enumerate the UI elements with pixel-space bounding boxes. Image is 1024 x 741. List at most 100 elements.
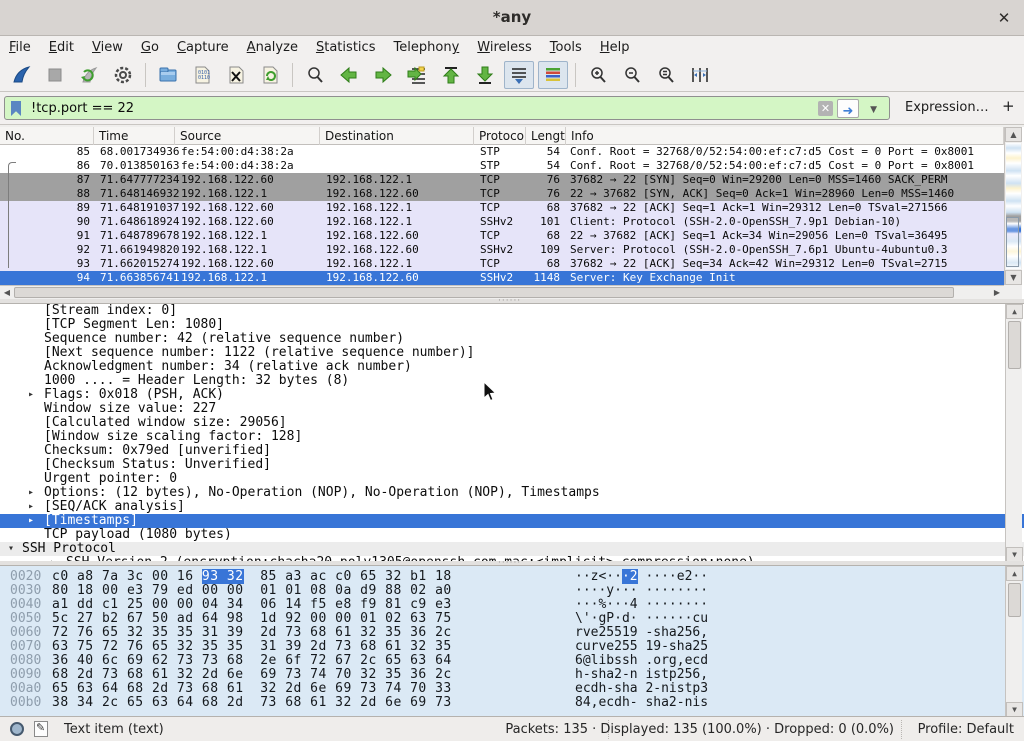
hex-bytes[interactable]: a1 dd c1 25 00 00 04 34 06 14 f5 e8 f9 8… <box>52 598 452 612</box>
scroll-down-arrow-icon[interactable]: ▼ <box>1006 547 1023 561</box>
capture-comment-icon[interactable] <box>34 721 48 737</box>
detail-line[interactable]: Checksum: 0x79ed [unverified] <box>0 444 1024 458</box>
packet-list-vscrollbar[interactable]: ▲ ▼ <box>1004 127 1022 285</box>
column-header-time[interactable]: Time <box>94 127 175 145</box>
stop-capture-button[interactable] <box>40 61 70 89</box>
detail-line[interactable]: 1000 .... = Header Length: 32 bytes (8) <box>0 374 1024 388</box>
column-header-no[interactable]: No. <box>0 127 94 145</box>
detail-line[interactable]: TCP payload (1080 bytes) <box>0 528 1024 542</box>
packet-row[interactable]: 9371.662015274192.168.122.60192.168.122.… <box>0 257 1004 271</box>
detail-line[interactable]: ▾SSH Protocol <box>0 542 1024 556</box>
hex-row[interactable]: 009068 2d 73 68 61 32 2d 6e 69 73 74 70 … <box>0 668 1024 682</box>
scrollbar-thumb[interactable] <box>1006 217 1019 267</box>
packet-row[interactable]: 9071.648618924192.168.122.60192.168.122.… <box>0 215 1004 229</box>
resize-columns-button[interactable] <box>685 61 715 89</box>
expander-closed-icon[interactable]: ▸ <box>28 500 34 514</box>
zoom-in-button[interactable] <box>583 61 613 89</box>
detail-line[interactable]: ▸[SEQ/ACK analysis] <box>0 500 1024 514</box>
detail-line[interactable]: [Window size scaling factor: 128] <box>0 430 1024 444</box>
start-capture-button[interactable] <box>6 61 36 89</box>
display-filter-input[interactable]: !tcp.port == 22 ✕ ➜ ▼ <box>4 96 890 120</box>
menu-capture[interactable]: Capture <box>168 38 238 57</box>
detail-line[interactable]: Urgent pointer: 0 <box>0 472 1024 486</box>
hex-ascii[interactable]: 84,ecdh- sha2-nis <box>575 696 708 710</box>
hex-bytes[interactable]: c0 a8 7a 3c 00 16 93 32 85 a3 ac c0 65 3… <box>52 570 452 584</box>
hex-bytes[interactable]: 36 40 6c 69 62 73 73 68 2e 6f 72 67 2c 6… <box>52 654 452 668</box>
hex-ascii[interactable]: ecdh-sha 2-nistp3 <box>575 682 708 696</box>
find-packet-button[interactable] <box>300 61 330 89</box>
bookmark-icon[interactable] <box>11 101 21 116</box>
column-header-destination[interactable]: Destination <box>320 127 474 145</box>
detail-line[interactable]: [Stream index: 0] <box>0 304 1024 318</box>
expression-button[interactable]: Expression… <box>905 100 989 115</box>
expert-info-icon[interactable] <box>10 722 24 736</box>
detail-line[interactable]: [Next sequence number: 1122 (relative se… <box>0 346 1024 360</box>
packet-row[interactable]: 8670.013850163fe:54:00:d4:38:2aSTP54Conf… <box>0 159 1004 173</box>
hex-ascii[interactable]: h-sha2-n istp256, <box>575 668 708 682</box>
expander-closed-icon[interactable]: ▸ <box>28 486 34 500</box>
auto-scroll-toggle[interactable] <box>504 61 534 89</box>
hex-row[interactable]: 00a065 63 64 68 2d 73 68 61 32 2d 6e 69 … <box>0 682 1024 696</box>
hex-row[interactable]: 003080 18 00 e3 79 ed 00 00 01 01 08 0a … <box>0 584 1024 598</box>
capture-options-button[interactable] <box>108 61 138 89</box>
packet-row[interactable]: 8871.648146932192.168.122.1192.168.122.6… <box>0 187 1004 201</box>
go-forward-button[interactable] <box>368 61 398 89</box>
scroll-up-arrow-icon[interactable]: ▲ <box>1006 566 1023 581</box>
detail-line[interactable]: ▸Flags: 0x018 (PSH, ACK) <box>0 388 1024 402</box>
detail-line[interactable]: Sequence number: 42 (relative sequence n… <box>0 332 1024 346</box>
column-header-length[interactable]: Length <box>526 127 566 145</box>
scroll-down-arrow-icon[interactable]: ▼ <box>1006 702 1023 716</box>
column-header-info[interactable]: Info <box>566 127 1004 145</box>
filter-clear-button[interactable]: ✕ <box>818 101 833 116</box>
menu-help[interactable]: Help <box>591 38 639 57</box>
expander-open-icon[interactable]: ▾ <box>8 542 14 556</box>
menu-telephony[interactable]: Telephony <box>384 38 468 57</box>
hex-row[interactable]: 0040a1 dd c1 25 00 00 04 34 06 14 f5 e8 … <box>0 598 1024 612</box>
filter-history-caret[interactable]: ▼ <box>870 105 877 115</box>
packet-row[interactable]: 8771.647777234192.168.122.60192.168.122.… <box>0 173 1004 187</box>
expander-closed-icon[interactable]: ▸ <box>28 388 34 402</box>
scroll-left-arrow-icon[interactable]: ◀ <box>0 286 14 299</box>
hex-ascii[interactable]: ···%···4 ········ <box>575 598 708 612</box>
filter-apply-button[interactable]: ➜ <box>837 99 859 118</box>
go-first-button[interactable] <box>436 61 466 89</box>
hex-row[interactable]: 006072 76 65 32 35 35 31 39 2d 73 68 61 … <box>0 626 1024 640</box>
detail-line[interactable]: Window size value: 227 <box>0 402 1024 416</box>
hex-row[interactable]: 0020c0 a8 7a 3c 00 16 93 32 85 a3 ac c0 … <box>0 570 1024 584</box>
packet-row[interactable]: 9271.661949820192.168.122.1192.168.122.6… <box>0 243 1004 257</box>
hex-row[interactable]: 008036 40 6c 69 62 73 73 68 2e 6f 72 67 … <box>0 654 1024 668</box>
packet-row[interactable]: 8971.648191037192.168.122.60192.168.122.… <box>0 201 1004 215</box>
details-vscrollbar[interactable]: ▲ ▼ <box>1005 304 1022 561</box>
profile-text[interactable]: Profile: Default <box>918 722 1014 737</box>
hex-ascii[interactable]: curve255 19-sha25 <box>575 640 708 654</box>
menu-tools[interactable]: Tools <box>541 38 591 57</box>
zoom-out-button[interactable] <box>617 61 647 89</box>
scroll-down-arrow-icon[interactable]: ▼ <box>1005 270 1022 285</box>
menu-go[interactable]: Go <box>132 38 168 57</box>
scroll-up-arrow-icon[interactable]: ▲ <box>1005 127 1022 142</box>
restart-capture-button[interactable] <box>74 61 104 89</box>
expander-closed-icon[interactable]: ▸ <box>28 514 34 528</box>
open-file-button[interactable] <box>153 61 183 89</box>
detail-line[interactable]: [Calculated window size: 29056] <box>0 416 1024 430</box>
colorize-toggle[interactable] <box>538 61 568 89</box>
detail-line[interactable]: ▸[Timestamps] <box>0 514 1024 528</box>
hex-row[interactable]: 00505c 27 b2 67 50 ad 64 98 1d 92 00 00 … <box>0 612 1024 626</box>
zoom-reset-button[interactable] <box>651 61 681 89</box>
menu-analyze[interactable]: Analyze <box>238 38 307 57</box>
hex-row[interactable]: 007063 75 72 76 65 32 35 35 31 39 2d 73 … <box>0 640 1024 654</box>
go-back-button[interactable] <box>334 61 364 89</box>
hex-bytes[interactable]: 68 2d 73 68 61 32 2d 6e 69 73 74 70 32 3… <box>52 668 452 682</box>
go-to-packet-button[interactable] <box>402 61 432 89</box>
hex-bytes[interactable]: 5c 27 b2 67 50 ad 64 98 1d 92 00 00 01 0… <box>52 612 452 626</box>
close-file-button[interactable] <box>221 61 251 89</box>
detail-line[interactable]: [Checksum Status: Unverified] <box>0 458 1024 472</box>
add-filter-button[interactable]: + <box>1002 97 1015 115</box>
menu-edit[interactable]: Edit <box>40 38 83 57</box>
column-header-source[interactable]: Source <box>175 127 320 145</box>
hscrollbar-thumb[interactable] <box>14 287 954 298</box>
hex-bytes[interactable]: 65 63 64 68 2d 73 68 61 32 2d 6e 69 73 7… <box>52 682 452 696</box>
hex-ascii[interactable]: ····y··· ········ <box>575 584 708 598</box>
menu-view[interactable]: View <box>83 38 132 57</box>
detail-line[interactable]: [TCP Segment Len: 1080] <box>0 318 1024 332</box>
